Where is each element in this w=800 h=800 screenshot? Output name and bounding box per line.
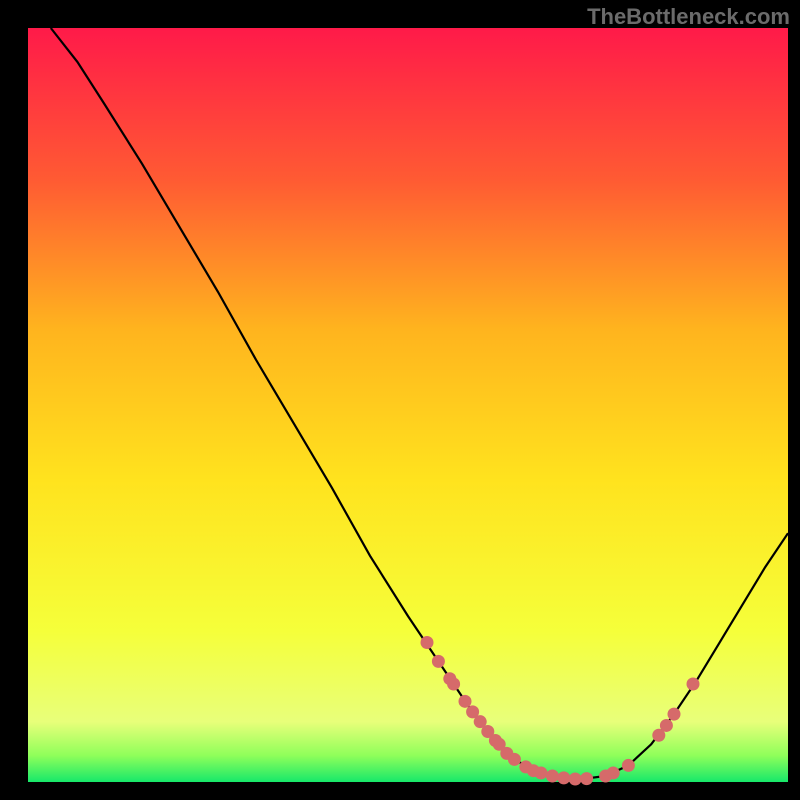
chart-container: TheBottleneck.com xyxy=(0,0,800,800)
watermark-text: TheBottleneck.com xyxy=(587,4,790,30)
highlight-point xyxy=(668,708,681,721)
highlight-point xyxy=(607,766,620,779)
highlight-point xyxy=(660,719,673,732)
highlight-point xyxy=(535,766,548,779)
bottleneck-curve-chart xyxy=(0,0,800,800)
highlight-point xyxy=(622,759,635,772)
plot-background xyxy=(28,28,788,782)
highlight-point xyxy=(432,655,445,668)
highlight-point xyxy=(546,769,559,782)
highlight-point xyxy=(569,772,582,785)
highlight-point xyxy=(459,695,472,708)
highlight-point xyxy=(508,753,521,766)
highlight-point xyxy=(447,677,460,690)
highlight-point xyxy=(580,772,593,785)
highlight-point xyxy=(557,771,570,784)
highlight-point xyxy=(421,636,434,649)
highlight-point xyxy=(687,677,700,690)
